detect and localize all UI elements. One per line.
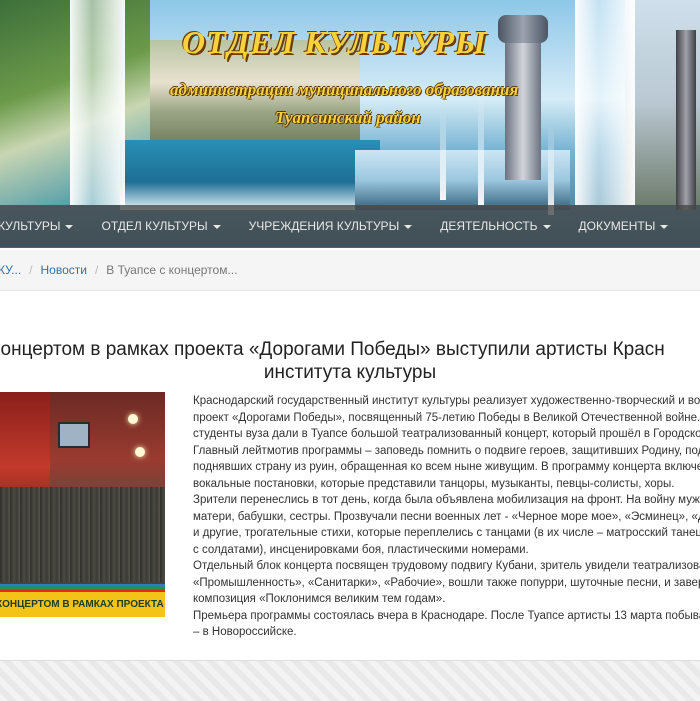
footer-pattern: [0, 660, 700, 701]
article-line: студенты вуза дали в Туапсе большой теат…: [193, 428, 700, 440]
nav-item-label: ДОКУМЕНТЫ: [578, 219, 656, 233]
article-line: Зрители перенеслись в тот день, когда бы…: [193, 494, 700, 506]
site-subtitle: администрации муниципального образования: [170, 80, 519, 99]
photo-audience: [0, 487, 165, 582]
banner-curtain-left: [70, 0, 125, 205]
photo-flag-stripe: [0, 584, 165, 592]
banner-sea-image: [120, 140, 380, 210]
article-line: Премьера программы состоялась вчера в Кр…: [193, 609, 700, 622]
nav-item-label: ДЕЯТЕЛЬНОСТЬ: [440, 219, 538, 233]
article-line: – в Новороссийске.: [193, 626, 297, 638]
nav-item-documents[interactable]: ДОКУМЕНТЫ: [565, 219, 683, 233]
article-line: композиция «Поклонимся великим тем годам…: [193, 593, 446, 605]
nav-item-label: КУЛЬТУРЫ: [0, 219, 61, 233]
article-title: концертом в рамках проекта «Дорогами Поб…: [0, 339, 665, 360]
breadcrumb-separator: /: [29, 263, 33, 277]
breadcrumb-separator: /: [94, 263, 99, 277]
photo-lamp: [128, 414, 138, 424]
banner-obelisk-image: [676, 30, 696, 210]
article-photo[interactable]: КОНЦЕРТОМ В РАМКАХ ПРОЕКТА: [0, 392, 165, 617]
article-title-line2: института культуры: [263, 362, 437, 383]
photo-screen: [58, 422, 90, 448]
caret-down-icon: [660, 224, 669, 229]
article-body: Краснодарский государственный институт к…: [193, 393, 700, 641]
banner-curtain-right: [575, 0, 635, 205]
article-line: и другие, трогательные стихи, которые пе…: [193, 527, 700, 539]
photo-caption: КОНЦЕРТОМ В РАМКАХ ПРОЕКТА: [0, 592, 165, 617]
article-line: Отдельный блок концерта посвящен трудово…: [193, 560, 700, 572]
nav-item-activity[interactable]: ДЕЯТЕЛЬНОСТЬ: [426, 219, 564, 233]
banner-spray: [440, 110, 446, 200]
caret-down-icon: [404, 224, 413, 229]
caret-down-icon: [212, 224, 221, 229]
nav-item-institutions[interactable]: УЧРЕЖДЕНИЯ КУЛЬТУРЫ: [235, 219, 427, 233]
banner-spray: [548, 125, 554, 215]
article-line: матери, бабушки, сестры. Прозвучали песн…: [193, 510, 700, 523]
article-line: поднявших страну из руин, обращенная ко …: [193, 461, 700, 473]
header-banner: ОТДЕЛ КУЛЬТУРЫ администрации муниципальн…: [0, 0, 700, 248]
breadcrumb-news-link[interactable]: Новости: [41, 263, 87, 277]
photo-lamp: [135, 447, 145, 457]
site-title: ОТДЕЛ КУЛЬТУРЫ: [182, 24, 488, 60]
breadcrumb-home-link[interactable]: КУ...: [0, 263, 21, 277]
article-line: Краснодарский государственный институт к…: [193, 395, 700, 407]
caret-down-icon: [542, 224, 551, 229]
nav-item-label: ОТДЕЛ КУЛЬТУРЫ: [101, 219, 208, 233]
nav-item-label: УЧРЕЖДЕНИЯ КУЛЬТУРЫ: [248, 219, 400, 233]
banner-tower-image: [505, 20, 541, 180]
site-district: Туапсинский район: [275, 108, 421, 127]
breadcrumb: КУ... / Новости / В Туапсе с концертом..…: [0, 250, 700, 291]
article-line: Главный лейтмотив программы – заповедь п…: [193, 444, 700, 457]
breadcrumb-current: В Туапсе с концертом...: [106, 263, 238, 277]
article-line: с солдатами), инсценировками боя, пласти…: [193, 543, 529, 556]
main-nav: КУЛЬТУРЫ ОТДЕЛ КУЛЬТУРЫ УЧРЕЖДЕНИЯ КУЛЬТ…: [0, 205, 700, 247]
banner-spray: [478, 95, 484, 205]
caret-down-icon: [65, 224, 74, 229]
banner-tower-top: [498, 15, 548, 43]
nav-item-department[interactable]: ОТДЕЛ КУЛЬТУРЫ: [87, 219, 234, 233]
article-line: проект «Дорогами Победы», посвященный 75…: [193, 411, 700, 424]
article-line: «Промышленность», «Санитарки», «Рабочие»…: [193, 576, 700, 589]
nav-item-culture[interactable]: КУЛЬТУРЫ: [0, 219, 87, 233]
article-line: вокальные постановки, которые представил…: [193, 477, 675, 490]
